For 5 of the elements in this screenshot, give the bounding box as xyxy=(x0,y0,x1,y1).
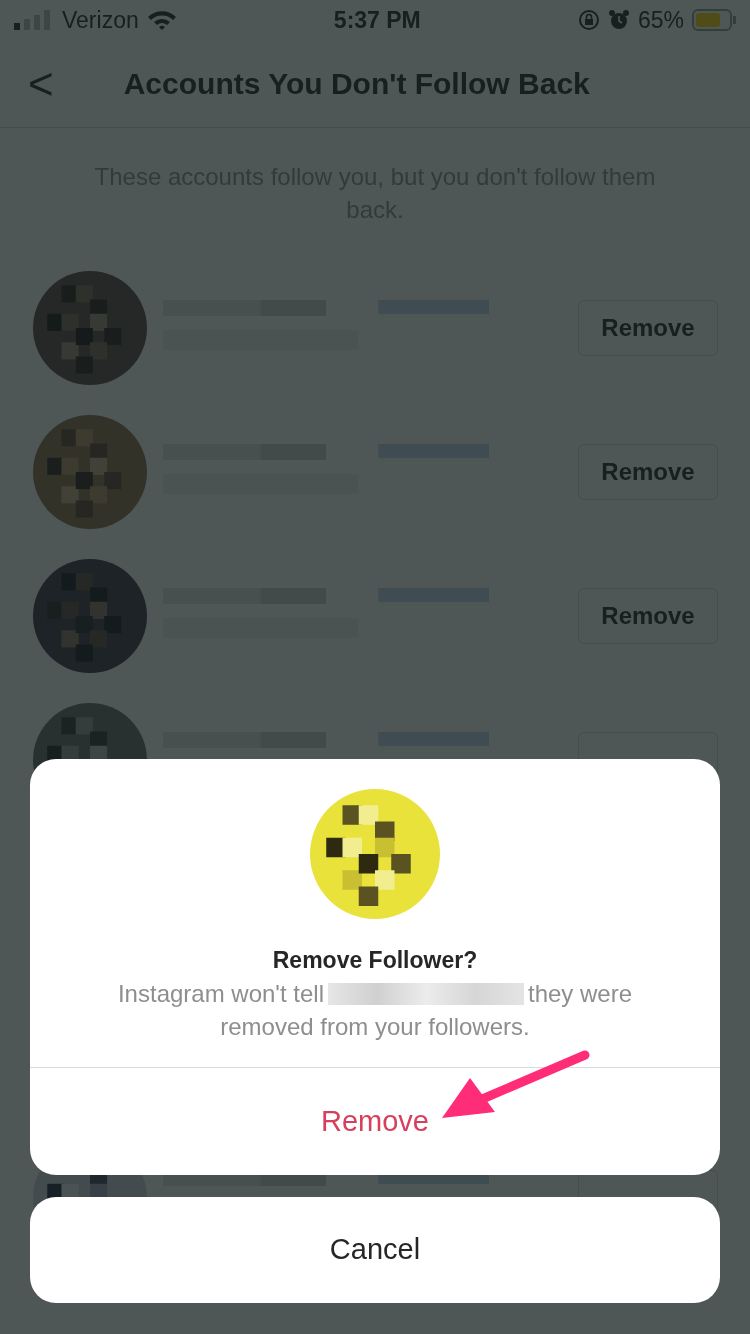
dialog-title: Remove Follower? xyxy=(272,945,478,975)
dialog-message: they were xyxy=(527,979,633,1009)
cancel-button[interactable]: Cancel xyxy=(30,1197,720,1303)
dialog-message: Instagram won't tell xyxy=(117,979,324,1009)
dialog-message: removed from your followers. xyxy=(219,1012,531,1042)
